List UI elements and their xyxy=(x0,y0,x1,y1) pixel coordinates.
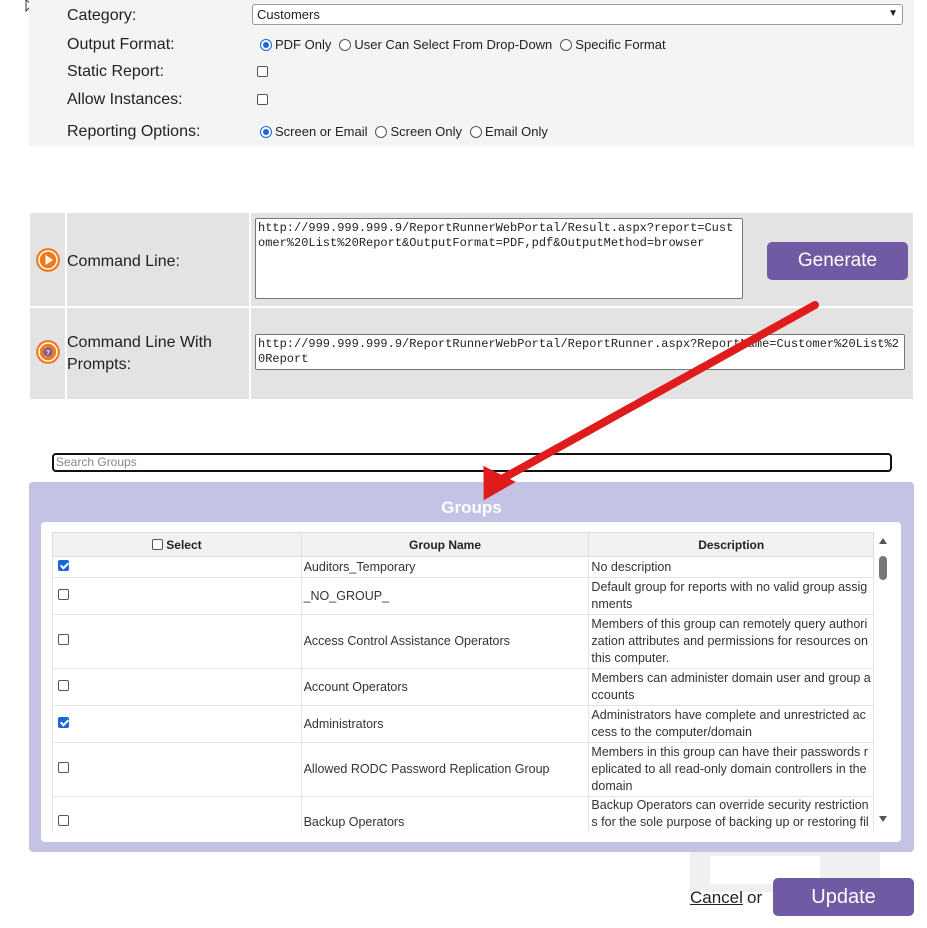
radio[interactable] xyxy=(375,125,388,138)
table-scrollbar[interactable] xyxy=(876,532,890,832)
category-label: Category: xyxy=(67,7,137,24)
static-report-checkbox[interactable] xyxy=(257,66,268,77)
description-cell: Backup Operators can override security r… xyxy=(588,796,874,832)
search-groups-input[interactable]: Search Groups xyxy=(52,453,892,472)
row-select-checkbox[interactable] xyxy=(58,762,69,773)
table-row[interactable]: Access Control Assistance Operators Membe… xyxy=(52,614,874,669)
output-format-label: Output Format: xyxy=(67,36,175,53)
group-name-cell: Administrators xyxy=(300,705,590,743)
row-select-checkbox[interactable] xyxy=(58,679,69,691)
table-row[interactable]: _NO_GROUP_ Default group for reports with… xyxy=(52,577,874,615)
table-row[interactable]: Backup Operators Backup Operators can ove… xyxy=(52,796,874,832)
reporting-option-email-only[interactable]: Email Only xyxy=(470,124,548,139)
select-column-header: Select xyxy=(52,532,302,557)
command-line-textarea[interactable]: http://999.999.999.9/ReportRunnerWebPort… xyxy=(255,218,743,299)
cancel-link[interactable]: Cancel xyxy=(690,888,743,908)
radio[interactable] xyxy=(560,38,573,51)
table-row[interactable]: Administrators Administrators have comple… xyxy=(52,705,874,743)
groups-table: Select Group Name Description Auditors_T… xyxy=(52,532,874,832)
row-select-checkbox[interactable] xyxy=(58,559,69,571)
description-column-header: Description xyxy=(588,532,874,557)
row-select-checkbox[interactable] xyxy=(58,634,69,645)
output-option-specific[interactable]: Specific Format xyxy=(560,37,666,52)
description-cell: Default group for reports with no valid … xyxy=(588,577,874,615)
reporting-option-screen-only[interactable]: Screen Only xyxy=(375,124,462,139)
group-name-cell: _NO_GROUP_ xyxy=(300,577,590,615)
allow-instances-label: Allow Instances: xyxy=(67,91,183,108)
description-cell: Administrators have complete and unrestr… xyxy=(588,705,874,743)
update-button[interactable]: Update xyxy=(773,878,914,916)
output-option-user-select[interactable]: User Can Select From Drop-Down xyxy=(339,37,552,52)
group-name-cell: Allowed RODC Password Replication Group xyxy=(300,742,590,797)
generate-button[interactable]: Generate xyxy=(767,242,908,280)
command-line-label: Command Line: xyxy=(67,253,180,270)
table-row[interactable]: Auditors_Temporary No description xyxy=(52,556,874,578)
radio[interactable] xyxy=(470,125,483,138)
groups-table-container: Select Group Name Description Auditors_T… xyxy=(41,522,901,842)
static-report-label: Static Report: xyxy=(67,63,164,80)
category-select[interactable]: Customers ▼ xyxy=(252,4,903,25)
description-cell: Members can administer domain user and g… xyxy=(588,668,874,706)
group-name-cell: Auditors_Temporary xyxy=(300,556,590,578)
radio[interactable] xyxy=(339,38,352,51)
group-name-column-header: Group Name xyxy=(300,532,590,557)
scroll-down-icon[interactable] xyxy=(879,816,887,822)
svg-text:?: ? xyxy=(46,350,50,357)
groups-panel: Groups Select Group Name Description Aud… xyxy=(29,482,914,852)
reporting-options-label: Reporting Options: xyxy=(67,123,201,140)
allow-instances-checkbox[interactable] xyxy=(257,94,268,105)
table-header-row: Select Group Name Description xyxy=(52,532,874,557)
row-select-checkbox[interactable] xyxy=(58,716,69,728)
group-name-cell: Account Operators xyxy=(300,668,590,706)
reporting-option-screen-or-email[interactable]: Screen or Email xyxy=(260,124,367,139)
description-cell: No description xyxy=(588,556,874,578)
groups-title: Groups xyxy=(441,498,502,517)
prompt-icon: ? xyxy=(36,340,60,364)
description-cell: Members in this group can have their pas… xyxy=(588,742,874,797)
chevron-down-icon: ▼ xyxy=(888,8,898,19)
row-select-checkbox[interactable] xyxy=(58,588,69,600)
command-line-prompts-textarea[interactable]: http://999.999.999.9/ReportRunnerWebPort… xyxy=(255,334,905,370)
output-option-pdf-only[interactable]: PDF Only xyxy=(260,37,331,52)
table-row[interactable]: Allowed RODC Password Replication Group M… xyxy=(52,742,874,797)
reporting-options: Screen or Email Screen Only Email Only xyxy=(260,124,556,139)
row-select-checkbox[interactable] xyxy=(58,815,69,826)
select-all-checkbox[interactable] xyxy=(151,538,163,550)
description-cell: Members of this group can remotely query… xyxy=(588,614,874,669)
group-name-cell: Backup Operators xyxy=(300,796,590,832)
command-line-prompts-label: Command Line With Prompts: xyxy=(67,334,212,373)
scroll-up-icon[interactable] xyxy=(879,538,887,544)
table-row[interactable]: Account Operators Members can administer … xyxy=(52,668,874,706)
play-icon xyxy=(36,248,60,272)
output-format-options: PDF Only User Can Select From Drop-Down … xyxy=(260,37,674,52)
or-text: or xyxy=(747,888,763,907)
category-value: Customers xyxy=(257,7,320,22)
radio-selected[interactable] xyxy=(260,38,272,51)
scroll-thumb[interactable] xyxy=(879,556,887,580)
group-name-cell: Access Control Assistance Operators xyxy=(300,614,590,669)
radio-selected[interactable] xyxy=(260,125,272,138)
